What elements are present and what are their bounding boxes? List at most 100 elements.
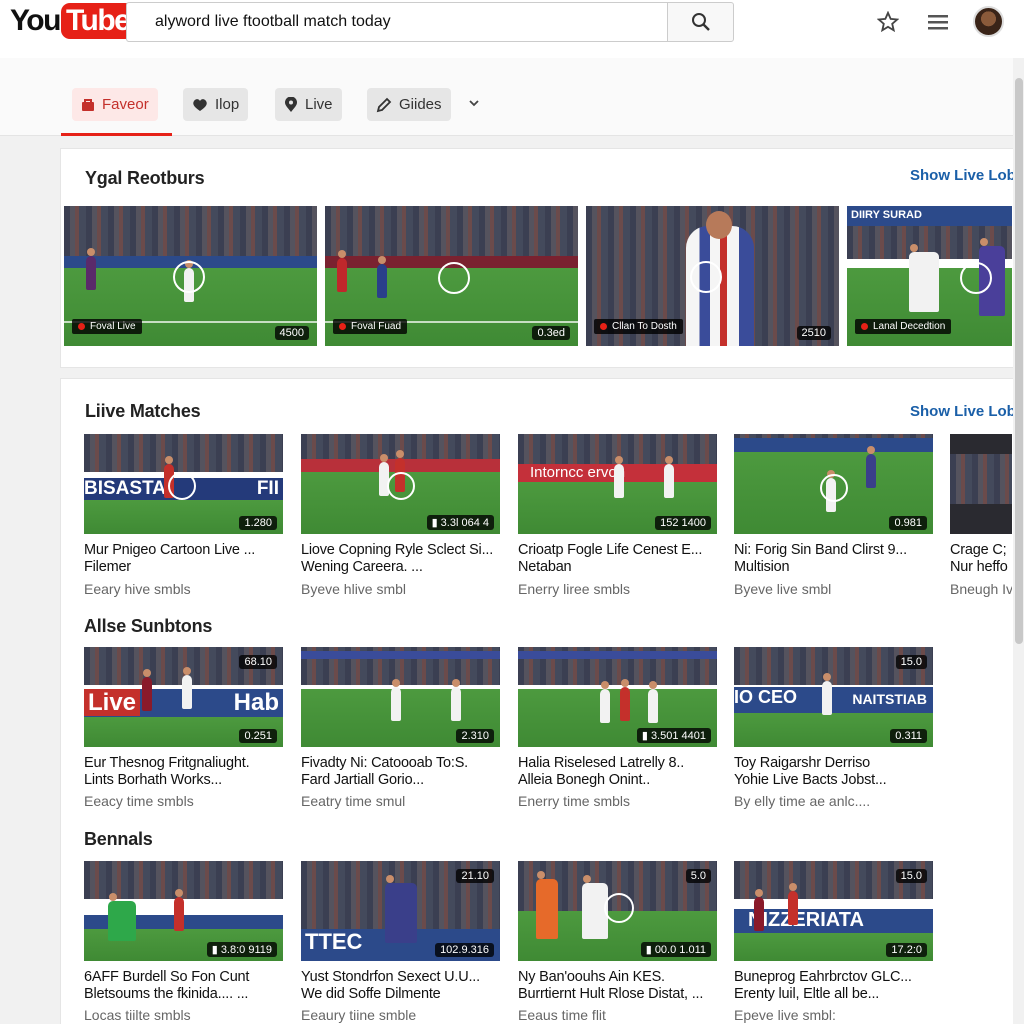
live-tag: Lanal Decedtion (855, 319, 952, 334)
video-title[interactable]: Crage C; Nur heffo (950, 542, 1012, 576)
live-tag-text: Cllan To Dosth (612, 321, 677, 332)
board-text: Hab (233, 689, 279, 716)
video-thumbnail[interactable]: IO CEO NAITSTIAB 15.0 0.311 (734, 647, 933, 747)
video-thumbnail[interactable]: ▮ 3.8:0 9119 (84, 861, 283, 961)
video-meta: Eeaus time flit (518, 1007, 606, 1023)
video-title-line2: Bletsoums the fkinida.... ... (84, 986, 249, 1002)
video-title-line2: Lints Borhath Works... (84, 772, 222, 788)
duration-badge: 0.311 (890, 729, 927, 743)
video-title[interactable]: Ny Ban'oouhs Ain KES. Burrtiernt Hult Rlo… (518, 969, 723, 1003)
section-title-live: Liive Matches (85, 401, 201, 421)
video-title[interactable]: Eur Thesnog Fritgnaliught. Lints Borhath … (84, 755, 289, 789)
search-button[interactable] (667, 2, 734, 42)
video-meta: Bneugh Iv (950, 581, 1012, 597)
player-head (706, 211, 732, 239)
play-ring-icon (387, 472, 415, 500)
board-text: Intorncc ervon (530, 464, 626, 481)
player (648, 681, 658, 723)
duration-badge: 2510 (796, 326, 831, 340)
board-text: BISASTA (84, 478, 166, 499)
video-title-line2: Burrtiernt Hult Rlose Distat, ... (518, 986, 704, 1002)
live-dot-icon (78, 323, 85, 330)
video-title-line2: Netaban (518, 559, 572, 575)
logo-you-text: You (10, 4, 61, 37)
video-title-line1: Crioatp Fogle Life Cenest E... (518, 542, 703, 558)
player (385, 875, 417, 943)
chevron-down-icon[interactable] (466, 95, 482, 111)
featured-video-4[interactable]: DIIRY SURAD Lanal Decedtion (847, 206, 1012, 346)
video-title[interactable]: Halia Riselesed Latrelly 8.. Alleia Boneg… (518, 755, 723, 789)
live-tag: Foval Live (72, 319, 142, 334)
scrollbar-thumb[interactable] (1015, 78, 1023, 644)
video-title-line2: Yohie Live Bacts Jobst... (734, 772, 887, 788)
video-title[interactable]: Crioatp Fogle Life Cenest E... Netaban (518, 542, 723, 576)
board-text: NIZZERIATA (748, 909, 864, 931)
menu-icon[interactable] (926, 10, 950, 34)
video-thumbnail[interactable]: ▮ 3.3l 064 4 (301, 434, 500, 534)
video-title-line1: Fivadty Ni: Catoooab To:S. (301, 755, 469, 771)
player (614, 456, 624, 498)
video-meta: Eeatry time smul (301, 793, 406, 809)
video-title[interactable]: Yust Stondrfon Sexect U.U... We did Soffe… (301, 969, 506, 1003)
video-thumbnail[interactable]: Live Hab 68.10 0.251 (84, 647, 283, 747)
board-text: IO CEO (734, 687, 798, 707)
player (788, 883, 798, 925)
featured-video-1[interactable]: Foval Live 4500 (64, 206, 317, 346)
video-thumbnail[interactable]: ▮ 3.501 4401 (518, 647, 717, 747)
video-thumbnail[interactable] (950, 434, 1012, 534)
search-input[interactable] (126, 2, 668, 42)
video-meta: Eeacy time smbls (84, 793, 194, 809)
video-title-line1: Ny Ban'oouhs Ain KES. (518, 969, 665, 985)
video-thumbnail[interactable]: NIZZERIATA 15.0 17.2:0 (734, 861, 933, 961)
crowd (84, 434, 283, 472)
video-title-line2: Multision (734, 559, 790, 575)
tab-giides[interactable]: Giides (367, 88, 451, 121)
video-title-line1: Halia Riselesed Latrelly 8.. (518, 755, 685, 771)
video-title[interactable]: Ni: Forig Sin Band Clirst 9... Multision (734, 542, 939, 576)
video-title-line1: Eur Thesnog Fritgnaliught. (84, 755, 250, 771)
duration-badge: ▮ 3.3l 064 4 (426, 515, 494, 530)
duration-badge: 102.9.316 (435, 943, 494, 957)
video-thumbnail[interactable]: 0.981 (734, 434, 933, 534)
crowd (64, 206, 317, 260)
video-thumbnail[interactable]: Intorncc ervon 152 1400 (518, 434, 717, 534)
video-thumbnail[interactable]: 5.0 ▮ 00.0 1.011 (518, 861, 717, 961)
top-header: You Tube (0, 0, 1024, 58)
youtube-logo[interactable]: You Tube (10, 2, 135, 40)
tab-faveor[interactable]: Faveor (72, 88, 158, 121)
video-title[interactable]: Toy Raigarshr Derriso Yohie Live Bacts Jo… (734, 755, 939, 789)
video-meta: Epeve live smbl: (734, 1007, 836, 1023)
duration-badge: 0.981 (889, 516, 927, 530)
search-icon (691, 13, 710, 31)
duration-badge: 2.310 (456, 729, 494, 743)
ad-board (734, 438, 933, 452)
tab-live[interactable]: Live (275, 88, 342, 121)
video-title[interactable]: Liove Copning Ryle Sclect Si... Wening Ca… (301, 542, 506, 576)
video-thumbnail[interactable]: TTEC 21.10 102.9.316 (301, 861, 500, 961)
active-tab-indicator (61, 133, 172, 136)
duration-badge: ▮ 3.8:0 9119 (206, 942, 277, 957)
tab-label: Faveor (102, 96, 149, 113)
show-live-link[interactable]: Show Live Lob (910, 167, 1016, 184)
top-badge: 5.0 (685, 869, 711, 883)
video-title-line2: Nur heffo (950, 559, 1008, 575)
video-title[interactable]: Buneprog Eahrbrctov GLC... Erenty luil, E… (734, 969, 939, 1003)
video-title[interactable]: 6AFF Burdell So Fon Cunt Bletsoums the fk… (84, 969, 289, 1003)
section-title-allse: Allse Sunbtons (84, 616, 213, 636)
duration-badge: 0.3ed (532, 326, 570, 340)
duration-badge: ▮ 3.501 4401 (636, 728, 711, 743)
featured-video-2[interactable]: Foval Fuad 0.3ed (325, 206, 578, 346)
video-thumbnail[interactable]: BISASTA FII 1.280 (84, 434, 283, 534)
video-title[interactable]: Fivadty Ni: Catoooab To:S. Fard Jartiall … (301, 755, 506, 789)
player (664, 456, 674, 498)
section-title-featured: Ygal Reotburs (85, 168, 205, 188)
show-live-link[interactable]: Show Live Lob (910, 403, 1016, 420)
featured-video-3[interactable]: Cllan To Dosth 2510 (586, 206, 839, 346)
video-thumbnail[interactable]: 2.310 (301, 647, 500, 747)
video-meta: Eeary hive smbls (84, 581, 191, 597)
tab-ilop[interactable]: Ilop (183, 88, 249, 121)
avatar[interactable] (973, 6, 1004, 37)
star-icon[interactable] (876, 10, 900, 34)
play-ring-icon (690, 261, 722, 293)
video-title[interactable]: Mur Pnigeo Cartoon Live ... Filemer (84, 542, 289, 576)
